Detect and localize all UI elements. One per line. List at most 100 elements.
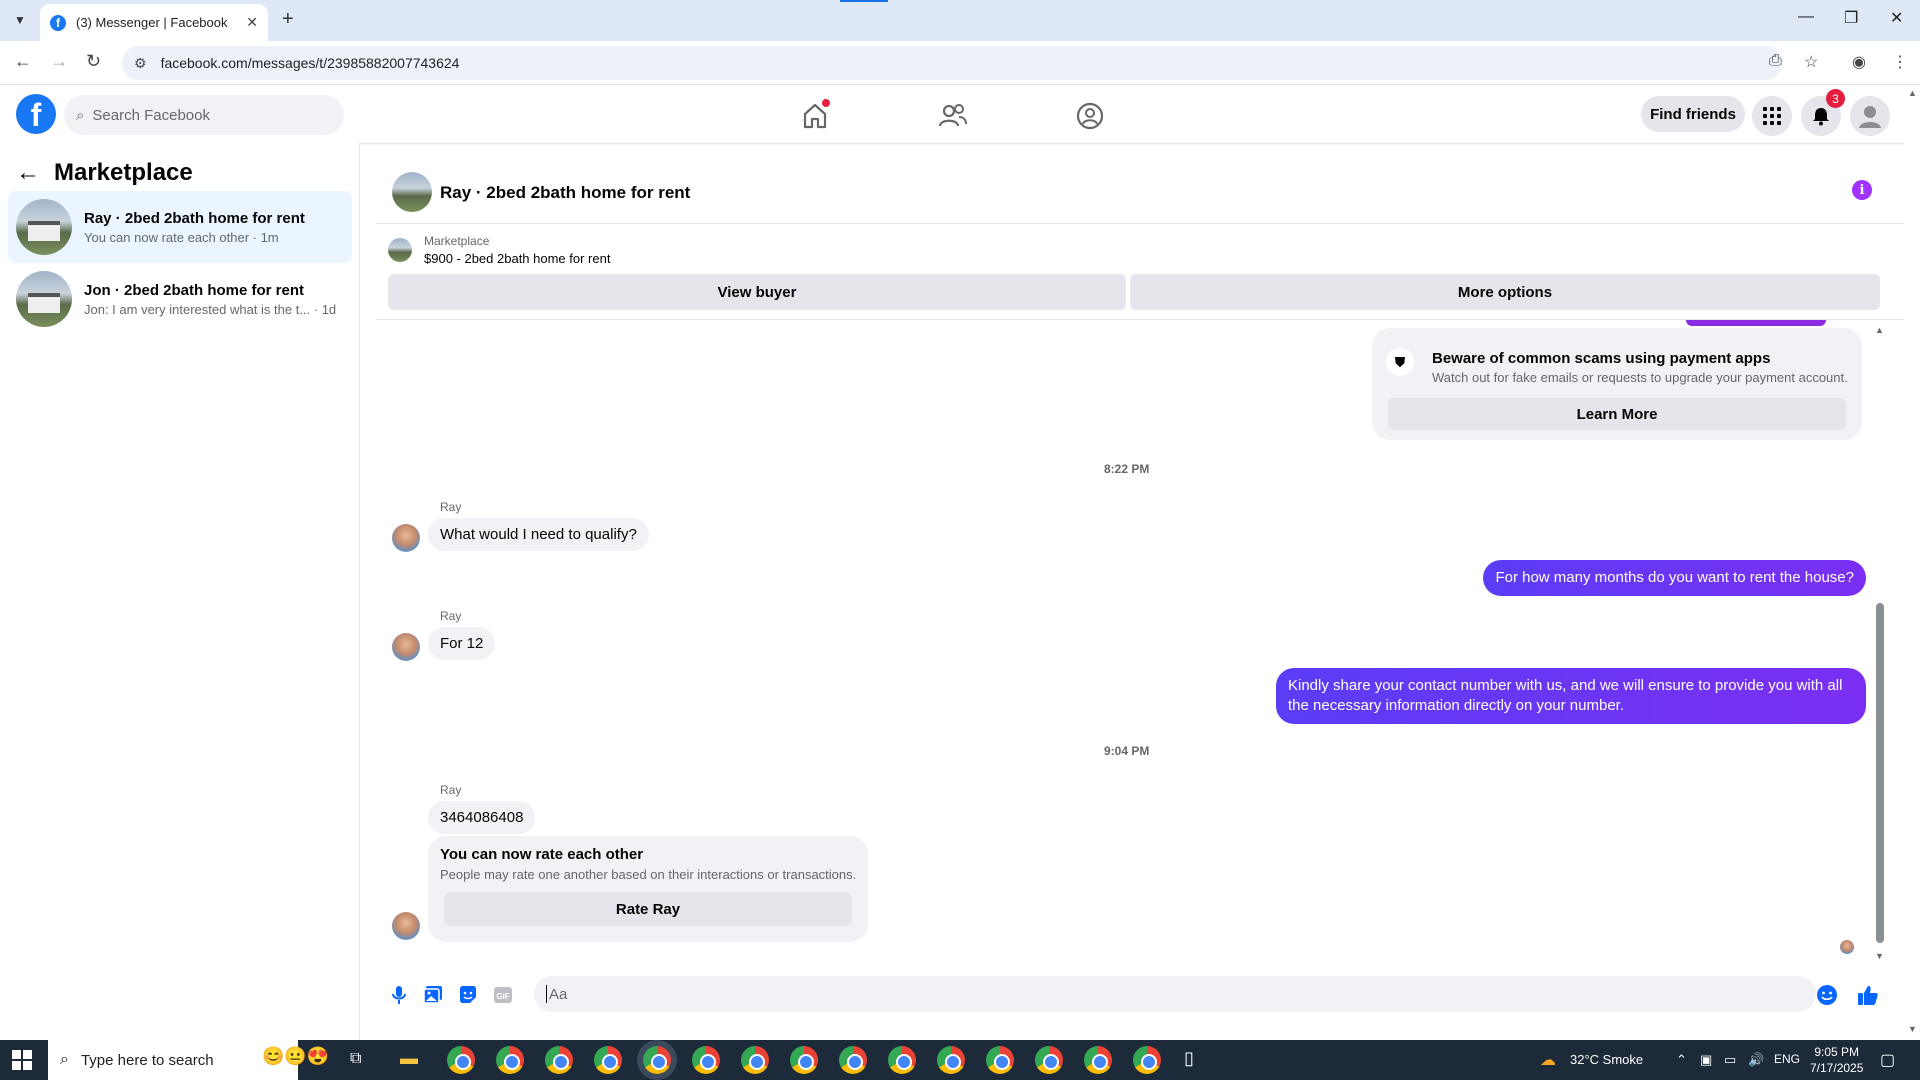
sender-avatar[interactable] bbox=[392, 912, 420, 940]
microphone-icon[interactable] bbox=[388, 984, 410, 1006]
sticker-icon[interactable] bbox=[457, 984, 479, 1006]
task-view-icon[interactable]: ⧉ bbox=[350, 1050, 361, 1068]
page-scroll-down-icon[interactable]: ▼ bbox=[1908, 1024, 1917, 1034]
close-window-button[interactable]: ✕ bbox=[1890, 8, 1903, 28]
chrome-icon[interactable] bbox=[545, 1046, 573, 1074]
chrome-icon[interactable] bbox=[1084, 1046, 1112, 1074]
chrome-icon[interactable] bbox=[741, 1046, 769, 1074]
chrome-icon[interactable] bbox=[447, 1046, 475, 1074]
scrollbar-thumb[interactable] bbox=[1876, 603, 1884, 943]
show-hidden-icons-icon[interactable]: ⌃ bbox=[1676, 1052, 1687, 1068]
file-explorer-icon[interactable]: ▬ bbox=[400, 1048, 418, 1069]
timestamp: 9:04 PM bbox=[1104, 744, 1150, 758]
address-bar[interactable]: ⚙ facebook.com/messages/t/23985882007743… bbox=[122, 46, 1782, 80]
chrome-icon[interactable] bbox=[937, 1046, 965, 1074]
svg-text:GIF: GIF bbox=[496, 992, 509, 1001]
incoming-message[interactable]: For 12 bbox=[428, 627, 496, 660]
profile-icon[interactable]: ◉ bbox=[1852, 52, 1866, 72]
document-app-icon[interactable]: ▯ bbox=[1184, 1048, 1194, 1069]
language-indicator[interactable]: ENG bbox=[1774, 1052, 1800, 1066]
forward-arrow-icon[interactable]: → bbox=[50, 51, 68, 72]
new-tab-button[interactable]: + bbox=[282, 8, 294, 31]
scam-warning-card: ⛊ Beware of common scams using payment a… bbox=[1372, 328, 1862, 440]
chrome-icon[interactable] bbox=[839, 1046, 867, 1074]
conversation-item[interactable]: Jon · 2bed 2bath home for rent Jon: I am… bbox=[8, 263, 352, 335]
facebook-search-input[interactable]: ⌕ Search Facebook bbox=[64, 95, 344, 135]
clock-time: 9:05 PM bbox=[1814, 1045, 1860, 1059]
friends-icon[interactable] bbox=[937, 100, 969, 132]
sender-avatar[interactable] bbox=[392, 524, 420, 552]
marketplace-label: Marketplace bbox=[424, 234, 490, 248]
url-text: facebook.com/messages/t/2398588200774362… bbox=[160, 55, 460, 71]
weather-icon[interactable]: ☁ bbox=[1540, 1050, 1556, 1070]
chat-title[interactable]: Ray · 2bed 2bath home for rent bbox=[440, 183, 690, 203]
back-arrow-icon[interactable]: ← bbox=[14, 51, 32, 72]
find-friends-button[interactable]: Find friends bbox=[1641, 96, 1745, 132]
windows-start-icon[interactable] bbox=[12, 1050, 32, 1070]
more-options-button[interactable]: More options bbox=[1130, 274, 1880, 310]
listing-thumbnail bbox=[16, 271, 72, 327]
loading-indicator bbox=[840, 0, 888, 2]
bookmark-star-icon[interactable]: ☆ bbox=[1804, 52, 1818, 72]
search-highlight-emoji-icon[interactable]: 😊😐😍 bbox=[262, 1046, 329, 1067]
maximize-button[interactable]: ❐ bbox=[1844, 8, 1858, 28]
message-input[interactable]: Aa bbox=[534, 976, 1816, 1012]
info-icon[interactable]: i bbox=[1852, 180, 1872, 200]
view-buyer-button[interactable]: View buyer bbox=[388, 274, 1126, 310]
photo-icon[interactable] bbox=[422, 984, 444, 1006]
weather-text[interactable]: 32°C Smoke bbox=[1570, 1052, 1643, 1067]
sender-avatar[interactable] bbox=[392, 633, 420, 661]
scroll-down-arrow-icon[interactable]: ▼ bbox=[1875, 951, 1884, 961]
gif-icon[interactable]: GIF bbox=[492, 984, 514, 1006]
chrome-icon[interactable] bbox=[1035, 1046, 1063, 1074]
browser-tab-messenger[interactable]: f (3) Messenger | Facebook ✕ bbox=[40, 4, 268, 41]
notification-center-icon[interactable]: ▢ bbox=[1880, 1050, 1895, 1070]
listing-price[interactable]: $900 - 2bed 2bath home for rent bbox=[424, 251, 610, 266]
volume-icon[interactable]: 🔊 bbox=[1748, 1052, 1764, 1068]
chrome-icon[interactable] bbox=[1133, 1046, 1161, 1074]
minimize-button[interactable]: — bbox=[1798, 8, 1814, 26]
windows-taskbar: ⌕ Type here to search 😊😐😍 ⧉ ▬ ▯ ☁ 32°C S… bbox=[0, 1040, 1920, 1080]
chrome-icon[interactable] bbox=[888, 1046, 916, 1074]
tab-search-chevron-icon[interactable]: ▼ bbox=[8, 8, 32, 32]
incoming-message[interactable]: What would I need to qualify? bbox=[428, 518, 649, 551]
panel-header: ← Marketplace bbox=[16, 159, 193, 187]
rate-ray-button[interactable]: Rate Ray bbox=[444, 892, 852, 926]
facebook-top-nav: f ⌕ Search Facebook Find friends 3 bbox=[0, 86, 1920, 143]
chrome-icon[interactable] bbox=[643, 1046, 671, 1074]
install-app-icon[interactable]: ⎙ bbox=[1769, 52, 1782, 70]
conversation-item[interactable]: Ray · 2bed 2bath home for rent You can n… bbox=[8, 191, 352, 263]
chrome-icon[interactable] bbox=[692, 1046, 720, 1074]
chat-listing-avatar[interactable] bbox=[392, 172, 432, 212]
chrome-icon[interactable] bbox=[594, 1046, 622, 1074]
system-clock[interactable]: 9:05 PM 7/17/2025 bbox=[1810, 1044, 1863, 1076]
learn-more-button[interactable]: Learn More bbox=[1388, 398, 1846, 430]
tab-close-icon[interactable]: ✕ bbox=[246, 14, 258, 31]
groups-icon[interactable] bbox=[1074, 100, 1106, 132]
account-avatar[interactable] bbox=[1850, 96, 1890, 136]
chrome-icon[interactable] bbox=[986, 1046, 1014, 1074]
outgoing-message[interactable]: For how many months do you want to rent … bbox=[1483, 560, 1866, 596]
chrome-icon[interactable] bbox=[790, 1046, 818, 1074]
page-scroll-up-icon[interactable]: ▲ bbox=[1908, 88, 1917, 98]
search-icon: ⌕ bbox=[60, 1051, 69, 1068]
browser-menu-icon[interactable]: ⋮ bbox=[1892, 52, 1908, 72]
taskbar-search-input[interactable]: ⌕ Type here to search bbox=[48, 1040, 298, 1080]
text-caret bbox=[546, 985, 547, 1003]
thread-scrollbar[interactable]: ▲ ▼ bbox=[1875, 325, 1884, 965]
chrome-icon[interactable] bbox=[496, 1046, 524, 1074]
incoming-message[interactable]: 3464086408 bbox=[428, 801, 536, 834]
thumbs-up-icon[interactable] bbox=[1857, 984, 1879, 1006]
back-arrow-icon[interactable]: ← bbox=[16, 159, 40, 187]
menu-grid-icon[interactable] bbox=[1752, 96, 1792, 136]
scroll-up-arrow-icon[interactable]: ▲ bbox=[1875, 325, 1884, 335]
site-info-icon[interactable]: ⚙ bbox=[134, 55, 147, 72]
outgoing-message[interactable]: Kindly share your contact number with us… bbox=[1276, 668, 1866, 724]
emoji-icon[interactable] bbox=[1816, 984, 1838, 1006]
conversation-subtitle: You can now rate each other · 1m bbox=[84, 229, 279, 245]
reload-icon[interactable]: ↻ bbox=[86, 51, 101, 72]
page-scrollbar[interactable]: ▲ ▼ bbox=[1904, 86, 1920, 1040]
network-icon[interactable]: ▭ bbox=[1724, 1052, 1736, 1068]
facebook-logo-icon[interactable]: f bbox=[16, 94, 56, 134]
meet-now-icon[interactable]: ▣ bbox=[1700, 1052, 1712, 1068]
